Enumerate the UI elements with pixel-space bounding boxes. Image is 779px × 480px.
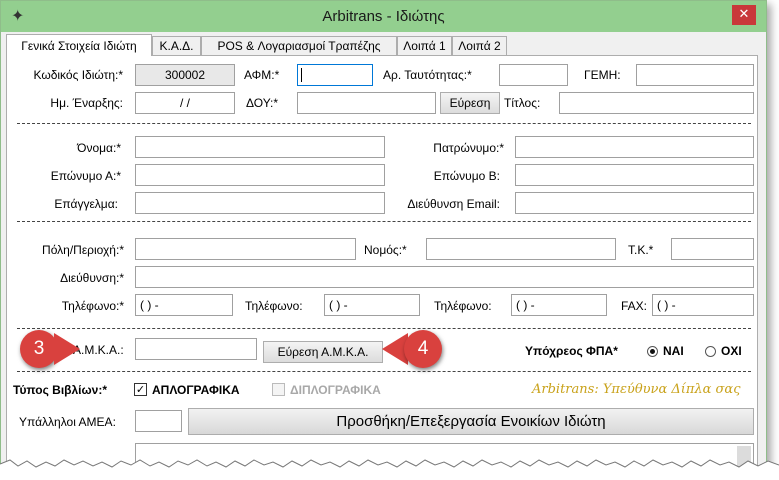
tab-misc-1[interactable]: Λοιπά 1 [397, 36, 452, 55]
title-label: Τίτλος: [504, 96, 541, 110]
tab-pos-bank[interactable]: POS & Λογαριασμοί Τραπέζης [201, 36, 397, 55]
single-entry-label[interactable]: ΑΠΛΟΓΡΑΦΙΚΑ [152, 383, 240, 397]
email-label: Διεύθυνση Email: [407, 197, 500, 211]
email-input[interactable] [515, 192, 754, 214]
id-card-input[interactable] [499, 64, 568, 86]
vat-label: Υπόχρεος ΦΠΑ* [525, 344, 618, 358]
phone2-label: Τηλέφωνο: [245, 299, 303, 313]
callout-arrow [54, 333, 80, 365]
rentals-button[interactable]: Προσθήκη/Επεξεργασία Ενοικίων Ιδιώτη [188, 408, 754, 435]
first-name-label: Όνομα:* [77, 141, 121, 155]
id-card-label: Αρ. Ταυτότητας:* [383, 68, 472, 82]
amka-search-button[interactable]: Εύρεση Α.Μ.Κ.Α. [263, 341, 383, 363]
address-label: Διεύθυνση:* [60, 271, 124, 285]
callout-4: 4 [382, 330, 448, 370]
city-label: Πόλη/Περιοχή:* [42, 243, 124, 257]
vat-no-radio[interactable] [705, 346, 716, 357]
amka-input[interactable] [135, 338, 257, 360]
first-name-input[interactable] [135, 136, 385, 158]
profession-label: Επάγγελμα: [54, 197, 118, 211]
section-divider [17, 221, 751, 222]
text-caret [301, 68, 302, 82]
close-button[interactable]: ✕ [732, 5, 756, 25]
single-entry-checkbox[interactable]: ✓ [134, 383, 147, 396]
title-bar[interactable]: ✦ Arbitrans - Ιδιώτης ✕ [1, 1, 766, 32]
gemi-input[interactable] [636, 64, 754, 86]
afm-input[interactable] [297, 64, 373, 86]
fax-label: FAX: [621, 299, 648, 313]
torn-edge [0, 459, 779, 480]
section-divider [17, 371, 751, 372]
start-date-input[interactable]: / / [135, 92, 235, 114]
tab-misc-2[interactable]: Λοιπά 2 [452, 36, 507, 55]
phone3-label: Τηλέφωνο: [434, 299, 492, 313]
brand-tagline: Arbitrans: Υπεύθυνα Δίπλα σας [532, 382, 741, 397]
title-input[interactable] [559, 92, 754, 114]
city-input[interactable] [135, 238, 356, 260]
prefecture-input[interactable] [426, 238, 616, 260]
amea-label: Υπάλληλοι ΑΜΕΑ: [19, 415, 116, 429]
address-input[interactable] [135, 266, 754, 288]
surname-b-label: Επώνυμο Β: [433, 169, 500, 183]
zip-label: Τ.Κ.* [628, 243, 654, 257]
code-label: Κωδικός Ιδιώτη:* [33, 68, 123, 82]
main-window: ✦ Arbitrans - Ιδιώτης ✕ Γενικά Στοιχεία … [0, 0, 767, 468]
father-name-input[interactable] [515, 136, 754, 158]
amka-label: Α.Μ.Κ.Α.: [73, 343, 124, 357]
phone1-input[interactable]: ( ) - [135, 294, 233, 316]
afm-label: ΑΦΜ:* [244, 68, 280, 82]
doy-input[interactable] [297, 92, 436, 114]
phone1-label: Τηλέφωνο:* [61, 299, 124, 313]
surname-b-input[interactable] [515, 164, 754, 186]
profession-input[interactable] [135, 192, 385, 214]
section-divider [17, 328, 751, 329]
window-title: Arbitrans - Ιδιώτης [322, 8, 445, 25]
window-client: Γενικά Στοιχεία Ιδιώτη Κ.Α.Δ. POS & Λογα… [1, 32, 766, 467]
tab-kad[interactable]: Κ.Α.Δ. [152, 36, 201, 55]
fax-input[interactable]: ( ) - [652, 294, 754, 316]
zip-input[interactable] [671, 238, 754, 260]
doy-search-button[interactable]: Εύρεση [440, 92, 500, 114]
surname-a-label: Επώνυμο Α:* [50, 169, 121, 183]
callout-badge: 4 [404, 330, 442, 368]
callout-3: 3 [20, 330, 80, 370]
father-name-label: Πατρώνυμο:* [433, 141, 504, 155]
tab-general-info[interactable]: Γενικά Στοιχεία Ιδιώτη [6, 34, 152, 56]
double-entry-checkbox [272, 383, 285, 396]
phone3-input[interactable]: ( ) - [511, 294, 607, 316]
vat-no-label[interactable]: ΟΧΙ [721, 344, 742, 358]
double-entry-label: ΔΙΠΛΟΓΡΑΦΙΚΑ [290, 383, 381, 397]
gemi-label: ΓΕΜΗ: [584, 68, 621, 82]
amea-input[interactable] [135, 410, 182, 432]
callout-badge: 3 [20, 330, 58, 368]
books-label: Τύπος Βιβλίων:* [13, 383, 107, 397]
phone2-input[interactable]: ( ) - [324, 294, 420, 316]
prefecture-label: Νομός:* [364, 243, 407, 257]
doy-label: ΔΟΥ:* [246, 96, 279, 110]
section-divider [17, 123, 751, 124]
surname-a-input[interactable] [135, 164, 385, 186]
vat-yes-radio[interactable] [647, 346, 658, 357]
general-info-panel: Κωδικός Ιδιώτη:* 300002 ΑΦΜ:* Αρ. Ταυτότ… [6, 55, 758, 467]
vat-yes-label[interactable]: ΝΑΙ [663, 344, 684, 358]
start-date-label: Ημ. Έναρξης: [50, 96, 123, 110]
code-field: 300002 [135, 64, 235, 86]
